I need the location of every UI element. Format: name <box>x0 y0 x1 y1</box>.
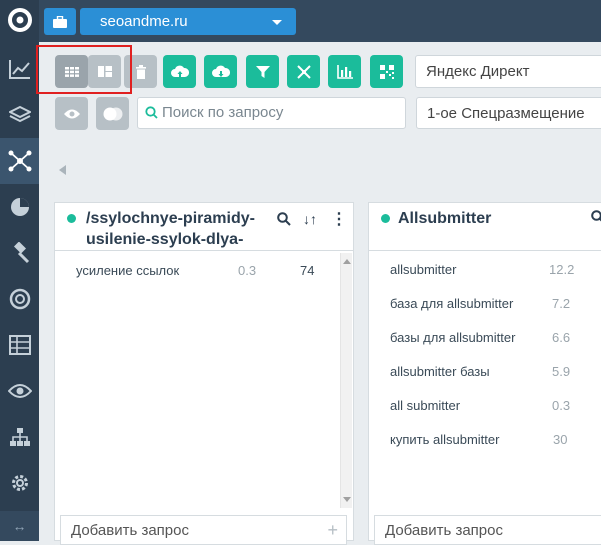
query-value: 12.2 <box>549 262 575 277</box>
eye-button[interactable] <box>55 97 88 130</box>
eye-icon[interactable] <box>0 368 39 414</box>
qr-button[interactable] <box>370 55 403 88</box>
status-dot <box>67 214 76 223</box>
panel-1-title: /ssylochnye-piramidy-usilenie-ssylok-dly… <box>86 210 255 248</box>
cloud-upload-button[interactable] <box>163 55 196 88</box>
logo-icon[interactable] <box>0 0 39 40</box>
query-text[interactable]: allsubmitter <box>390 262 456 277</box>
search-icon <box>145 106 158 119</box>
plus-icon[interactable]: + <box>327 520 338 541</box>
site-select[interactable]: seoandme.ru <box>80 8 296 35</box>
query-value: 0.3 <box>552 398 571 413</box>
circles-icon <box>103 107 122 120</box>
source-select-value: Яндекс Директ <box>426 63 530 80</box>
qr-icon <box>379 64 394 79</box>
cloud-download-icon <box>211 65 230 77</box>
panel-1-header: /ssylochnye-piramidy-usilenie-ssylok-dly… <box>55 203 353 251</box>
query-text[interactable]: базы для allsubmitter <box>390 330 515 345</box>
left-sidebar: ↔ <box>0 0 39 541</box>
arrows-icon[interactable]: ↔ <box>0 511 39 541</box>
bar-chart-icon <box>336 64 353 79</box>
view-mode-highlight <box>36 45 132 94</box>
search-placeholder: Поиск по запросу <box>162 104 284 121</box>
query-text[interactable]: купить allsubmitter <box>390 432 499 447</box>
chart-icon[interactable] <box>0 46 39 92</box>
status-dot <box>381 214 390 223</box>
source-select[interactable]: Яндекс Директ <box>415 55 601 88</box>
query-panel-2: Allsubmitter allsubmitter 12.2 база для … <box>368 202 601 541</box>
add-query-label: Добавить запрос <box>385 522 503 539</box>
toggle-circles-button[interactable] <box>96 97 129 130</box>
query-value: 6.6 <box>552 330 571 345</box>
scrollbar[interactable] <box>340 253 352 508</box>
search-input[interactable]: Поиск по запросу <box>137 97 406 129</box>
query-value: 0.3 <box>238 263 257 278</box>
briefcase-icon[interactable] <box>44 8 76 35</box>
query-text[interactable]: усиление ссылок <box>76 263 179 278</box>
lifebuoy-icon[interactable] <box>0 276 39 322</box>
network-icon[interactable] <box>0 138 39 184</box>
placement-select-value: 1-ое Спецразмещение <box>427 105 585 122</box>
query-value: 30 <box>553 432 568 447</box>
sitemap-icon[interactable] <box>0 414 39 460</box>
sort-icon[interactable]: ↓↑ <box>303 211 317 227</box>
query-text[interactable]: база для allsubmitter <box>390 296 513 311</box>
trash-icon <box>135 64 146 79</box>
layers-icon[interactable] <box>0 92 39 138</box>
query-panel-1: /ssylochnye-piramidy-usilenie-ssylok-dly… <box>54 202 354 541</box>
site-select-label: seoandme.ru <box>100 13 188 30</box>
collapse-arrow-icon[interactable] <box>59 165 66 175</box>
gear-icon[interactable] <box>0 460 39 506</box>
query-text[interactable]: all submitter <box>390 398 460 413</box>
add-query-label: Добавить запрос <box>71 522 189 539</box>
expand-button[interactable] <box>287 55 320 88</box>
placement-select[interactable]: 1-ое Спецразмещение ⇆ <box>416 97 601 129</box>
more-icon[interactable]: ⋮ <box>331 209 347 229</box>
search-icon[interactable] <box>591 210 601 229</box>
query-value: 7.2 <box>552 296 571 311</box>
table-icon[interactable] <box>0 322 39 368</box>
filter-icon <box>255 65 270 78</box>
gavel-icon[interactable] <box>0 230 39 276</box>
pie-icon[interactable] <box>0 184 39 230</box>
query-text[interactable]: allsubmitter базы <box>390 364 490 379</box>
expand-icon <box>296 64 311 79</box>
filter-button[interactable] <box>246 55 279 88</box>
top-bar: seoandme.ru <box>39 0 601 42</box>
eye-icon <box>63 109 80 118</box>
chevron-down-icon <box>272 20 282 25</box>
query-value: 5.9 <box>552 364 571 379</box>
search-icon[interactable] <box>277 212 291 231</box>
query-count: 74 <box>300 263 315 278</box>
cloud-download-button[interactable] <box>204 55 237 88</box>
bar-chart-button[interactable] <box>328 55 361 88</box>
panel-2-title: Allsubmitter <box>398 210 492 227</box>
cloud-upload-icon <box>170 65 189 77</box>
panel-2-header: Allsubmitter <box>369 203 601 251</box>
